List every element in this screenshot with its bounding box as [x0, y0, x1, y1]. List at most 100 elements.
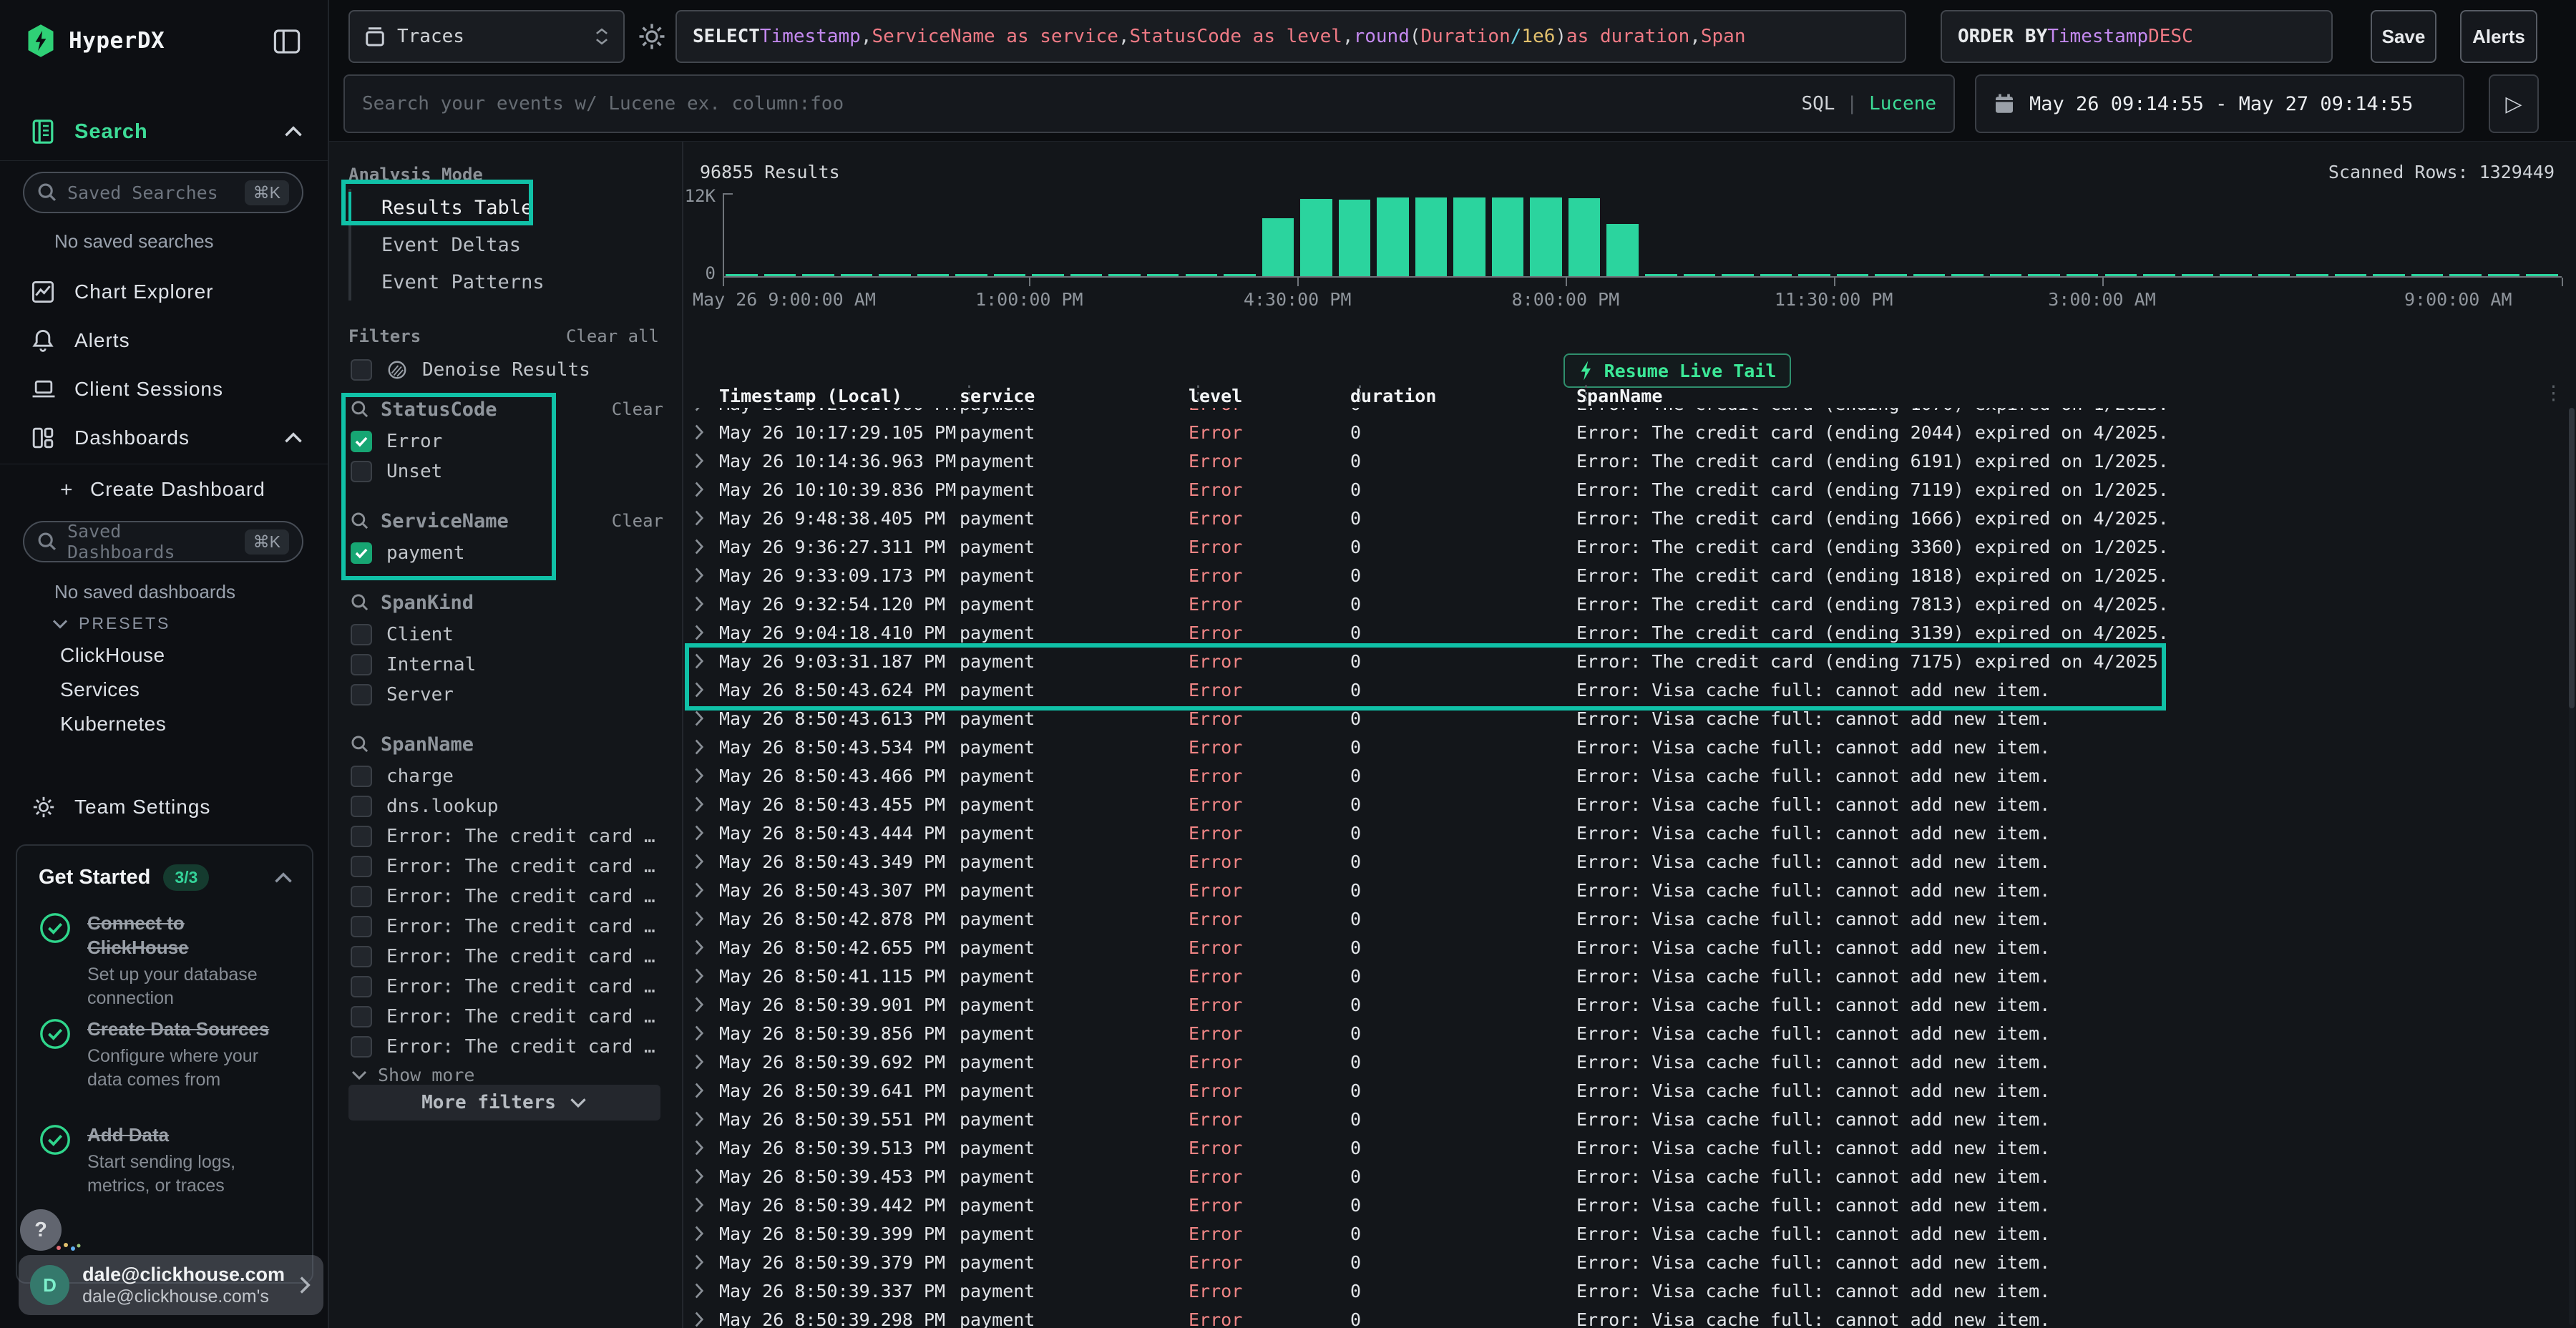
filter-clear-button[interactable]: Clear — [612, 511, 663, 531]
sidebar-item-team-settings[interactable]: Team Settings — [0, 787, 329, 827]
table-row[interactable]: May 26 10:17:29.105 PMpaymentError0Error… — [683, 418, 2566, 446]
column-resize-handle[interactable]: ⋮ — [1350, 382, 1370, 404]
column-resize-handle[interactable]: ⋮ — [1576, 382, 1596, 404]
table-row-highlighted[interactable]: May 26 9:03:31.187 PMpaymentError0Error:… — [683, 647, 2566, 675]
filter-option[interactable]: Client — [351, 621, 663, 648]
sidebar-preset-services[interactable]: Services — [60, 678, 140, 701]
row-expand-chevron-icon[interactable] — [683, 408, 719, 412]
saved-searches-input[interactable]: Saved Searches ⌘K — [23, 172, 303, 213]
filter-option[interactable]: charge — [351, 763, 663, 790]
row-expand-chevron-icon[interactable] — [683, 1053, 719, 1070]
row-expand-chevron-icon[interactable] — [683, 681, 719, 698]
chevron-up-icon[interactable] — [283, 125, 303, 138]
row-expand-chevron-icon[interactable] — [683, 1225, 719, 1242]
column-resize-handle[interactable]: ⋮ — [960, 382, 979, 404]
table-row[interactable]: May 26 8:50:41.115 PMpaymentError0Error:… — [683, 962, 2566, 990]
get-started-item[interactable]: Connect to ClickHouseSet up your databas… — [39, 912, 296, 1010]
checkbox[interactable] — [351, 542, 372, 564]
filter-option[interactable]: Error: The credit card … — [351, 1033, 663, 1060]
table-row[interactable]: May 26 8:50:39.856 PMpaymentError0Error:… — [683, 1019, 2566, 1048]
get-started-item[interactable]: Create Data SourcesConfigure where your … — [39, 1017, 296, 1092]
table-row[interactable]: May 26 10:10:39.836 PMpaymentError0Error… — [683, 475, 2566, 504]
row-expand-chevron-icon[interactable] — [683, 1110, 719, 1128]
row-expand-chevron-icon[interactable] — [683, 481, 719, 498]
table-row[interactable]: May 26 9:33:09.173 PMpaymentError0Error:… — [683, 561, 2566, 590]
row-expand-chevron-icon[interactable] — [683, 796, 719, 813]
filter-option[interactable]: payment — [351, 540, 663, 567]
checkbox[interactable] — [351, 684, 372, 706]
sidebar-preset-kubernetes[interactable]: Kubernetes — [60, 713, 166, 736]
checkbox[interactable] — [351, 916, 372, 937]
presets-toggle[interactable]: PRESETS — [52, 614, 170, 633]
column-header-timestamp-local-[interactable]: Timestamp (Local) — [719, 386, 960, 406]
table-row[interactable]: May 26 8:50:39.442 PMpaymentError0Error:… — [683, 1191, 2566, 1219]
row-expand-chevron-icon[interactable] — [683, 595, 719, 612]
table-row[interactable]: May 26 8:50:39.901 PMpaymentError0Error:… — [683, 990, 2566, 1019]
row-expand-chevron-icon[interactable] — [683, 910, 719, 927]
sidebar-item-chart-explorer[interactable]: Chart Explorer — [0, 272, 329, 312]
analysis-mode-results-table[interactable]: Results Table — [351, 189, 545, 226]
analysis-mode-event-patterns[interactable]: Event Patterns — [351, 263, 545, 301]
filter-option[interactable]: Error: The credit card … — [351, 823, 663, 850]
row-expand-chevron-icon[interactable] — [683, 853, 719, 870]
checkbox[interactable] — [351, 461, 372, 482]
filter-option[interactable]: Error: The credit card … — [351, 1003, 663, 1030]
filter-option[interactable]: Error: The credit card … — [351, 883, 663, 910]
chevron-up-icon[interactable] — [283, 431, 303, 444]
table-row-highlighted[interactable]: May 26 8:50:43.624 PMpaymentError0Error:… — [683, 675, 2566, 704]
row-expand-chevron-icon[interactable] — [683, 653, 719, 670]
row-expand-chevron-icon[interactable] — [683, 452, 719, 469]
alerts-button[interactable]: Alerts — [2460, 10, 2537, 63]
row-expand-chevron-icon[interactable] — [683, 1168, 719, 1185]
row-expand-chevron-icon[interactable] — [683, 1082, 719, 1099]
table-row[interactable]: May 26 8:50:39.337 PMpaymentError0Error:… — [683, 1276, 2566, 1305]
source-settings-gear-icon[interactable] — [637, 21, 667, 52]
row-expand-chevron-icon[interactable] — [683, 882, 719, 899]
table-options-icon[interactable]: ⋮ — [2544, 382, 2563, 404]
order-by-editor[interactable]: ORDER BY Timestamp DESC — [1941, 10, 2333, 63]
table-row[interactable]: May 26 9:32:54.120 PMpaymentError0Error:… — [683, 590, 2566, 618]
sidebar-item-alerts[interactable]: Alerts — [0, 321, 329, 361]
filter-option[interactable]: dns.lookup — [351, 793, 663, 820]
show-more-button[interactable]: Show more — [351, 1065, 663, 1085]
more-filters-button[interactable]: More filters — [348, 1085, 660, 1120]
filter-option[interactable]: Internal — [351, 651, 663, 678]
table-row[interactable]: May 26 8:50:43.534 PMpaymentError0Error:… — [683, 733, 2566, 761]
denoise-results-row[interactable]: Denoise Results — [351, 356, 590, 384]
help-button[interactable]: ? — [20, 1209, 62, 1251]
column-header-spanname[interactable]: SpanName — [1576, 386, 2576, 406]
table-row[interactable]: May 26 9:04:18.410 PMpaymentError0Error:… — [683, 618, 2566, 647]
row-expand-chevron-icon[interactable] — [683, 1254, 719, 1271]
row-expand-chevron-icon[interactable] — [683, 1311, 719, 1328]
filter-option[interactable]: Error: The credit card … — [351, 973, 663, 1000]
row-expand-chevron-icon[interactable] — [683, 567, 719, 584]
table-row[interactable]: May 26 8:50:43.307 PMpaymentError0Error:… — [683, 876, 2566, 904]
column-resize-handle[interactable]: ⋮ — [1189, 382, 1208, 404]
filter-option[interactable]: Unset — [351, 458, 663, 485]
sidebar-item-client-sessions[interactable]: Client Sessions — [0, 369, 329, 409]
table-row[interactable]: May 26 8:50:39.551 PMpaymentError0Error:… — [683, 1105, 2566, 1133]
checkbox[interactable] — [351, 766, 372, 787]
row-expand-chevron-icon[interactable] — [683, 710, 719, 727]
table-row[interactable]: May 26 8:50:39.513 PMpaymentError0Error:… — [683, 1133, 2566, 1162]
sql-select-editor[interactable]: SELECT Timestamp, ServiceName as service… — [675, 10, 1906, 63]
checkbox[interactable] — [351, 1036, 372, 1058]
row-expand-chevron-icon[interactable] — [683, 538, 719, 555]
lucene-search-input[interactable]: Search your events w/ Lucene ex. column:… — [343, 74, 1955, 133]
table-row[interactable]: May 26 9:36:27.311 PMpaymentError0Error:… — [683, 532, 2566, 561]
row-expand-chevron-icon[interactable] — [683, 509, 719, 527]
table-row[interactable]: May 26 9:48:38.405 PMpaymentError0Error:… — [683, 504, 2566, 532]
row-expand-chevron-icon[interactable] — [683, 1196, 719, 1214]
clear-all-button[interactable]: Clear all — [566, 326, 659, 346]
column-header-level[interactable]: level — [1189, 386, 1350, 406]
sidebar-collapse-icon[interactable] — [273, 29, 301, 54]
checkbox[interactable] — [351, 796, 372, 817]
date-range-picker[interactable]: May 26 09:14:55 - May 27 09:14:55 — [1975, 74, 2464, 133]
row-expand-chevron-icon[interactable] — [683, 1025, 719, 1042]
table-row[interactable]: May 26 8:50:39.641 PMpaymentError0Error:… — [683, 1076, 2566, 1105]
row-expand-chevron-icon[interactable] — [683, 1139, 719, 1156]
checkbox[interactable] — [351, 624, 372, 645]
table-scrollbar[interactable] — [2569, 408, 2575, 1325]
column-header-service[interactable]: service — [960, 386, 1189, 406]
source-select[interactable]: Traces — [348, 10, 625, 63]
